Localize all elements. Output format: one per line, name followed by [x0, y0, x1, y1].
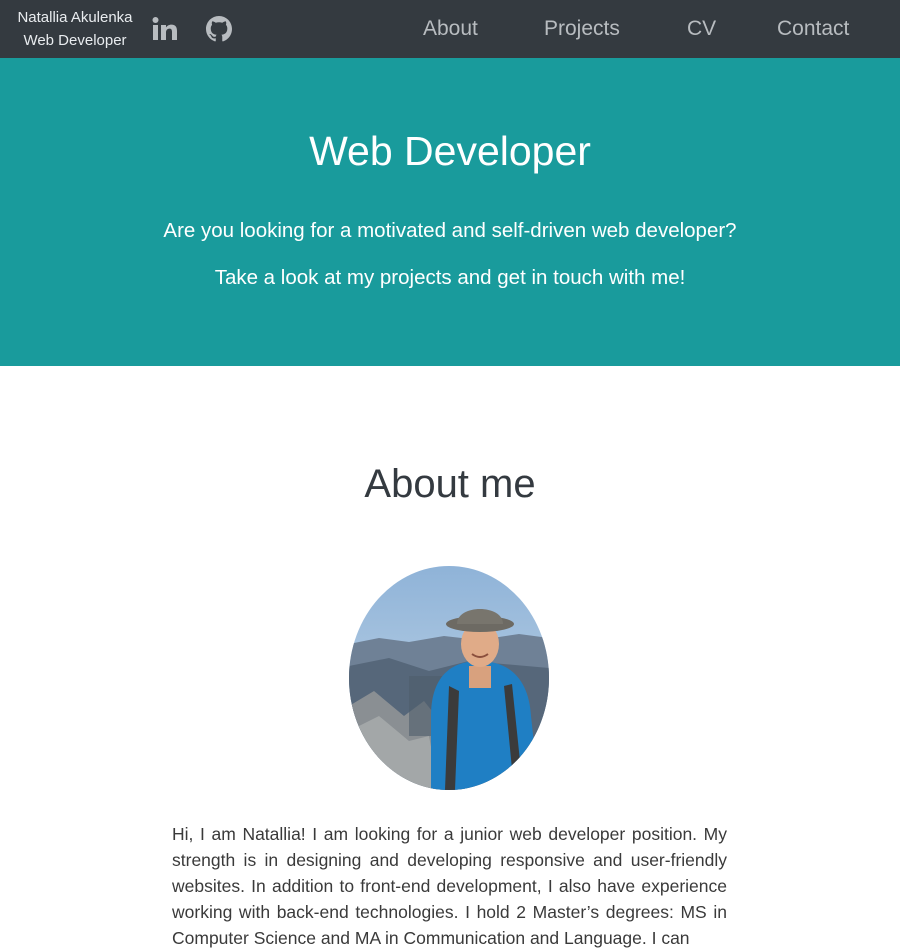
- hero-section: Web Developer Are you looking for a moti…: [0, 58, 900, 366]
- nav-link-cv[interactable]: CV: [687, 0, 716, 58]
- profile-photo: [349, 566, 549, 790]
- linkedin-icon[interactable]: [152, 14, 178, 44]
- brand-role: Web Developer: [23, 32, 127, 49]
- nav-link-contact[interactable]: Contact: [777, 0, 849, 58]
- hero-title: Web Developer: [309, 128, 591, 174]
- hero-tagline: Are you looking for a motivated and self…: [163, 219, 737, 242]
- nav-link-projects[interactable]: Projects: [544, 0, 620, 58]
- brand[interactable]: Natallia Akulenka Web Developer: [8, 6, 142, 52]
- about-title: About me: [364, 462, 536, 506]
- navbar: Natallia Akulenka Web Developer About Pr…: [0, 0, 900, 58]
- about-description: Hi, I am Natallia! I am looking for a ju…: [172, 824, 727, 948]
- brand-name: Natallia Akulenka: [17, 9, 133, 26]
- github-icon[interactable]: [206, 14, 232, 44]
- nav-link-about[interactable]: About: [423, 0, 478, 58]
- hero-call-to-action: Take a look at my projects and get in to…: [214, 266, 686, 289]
